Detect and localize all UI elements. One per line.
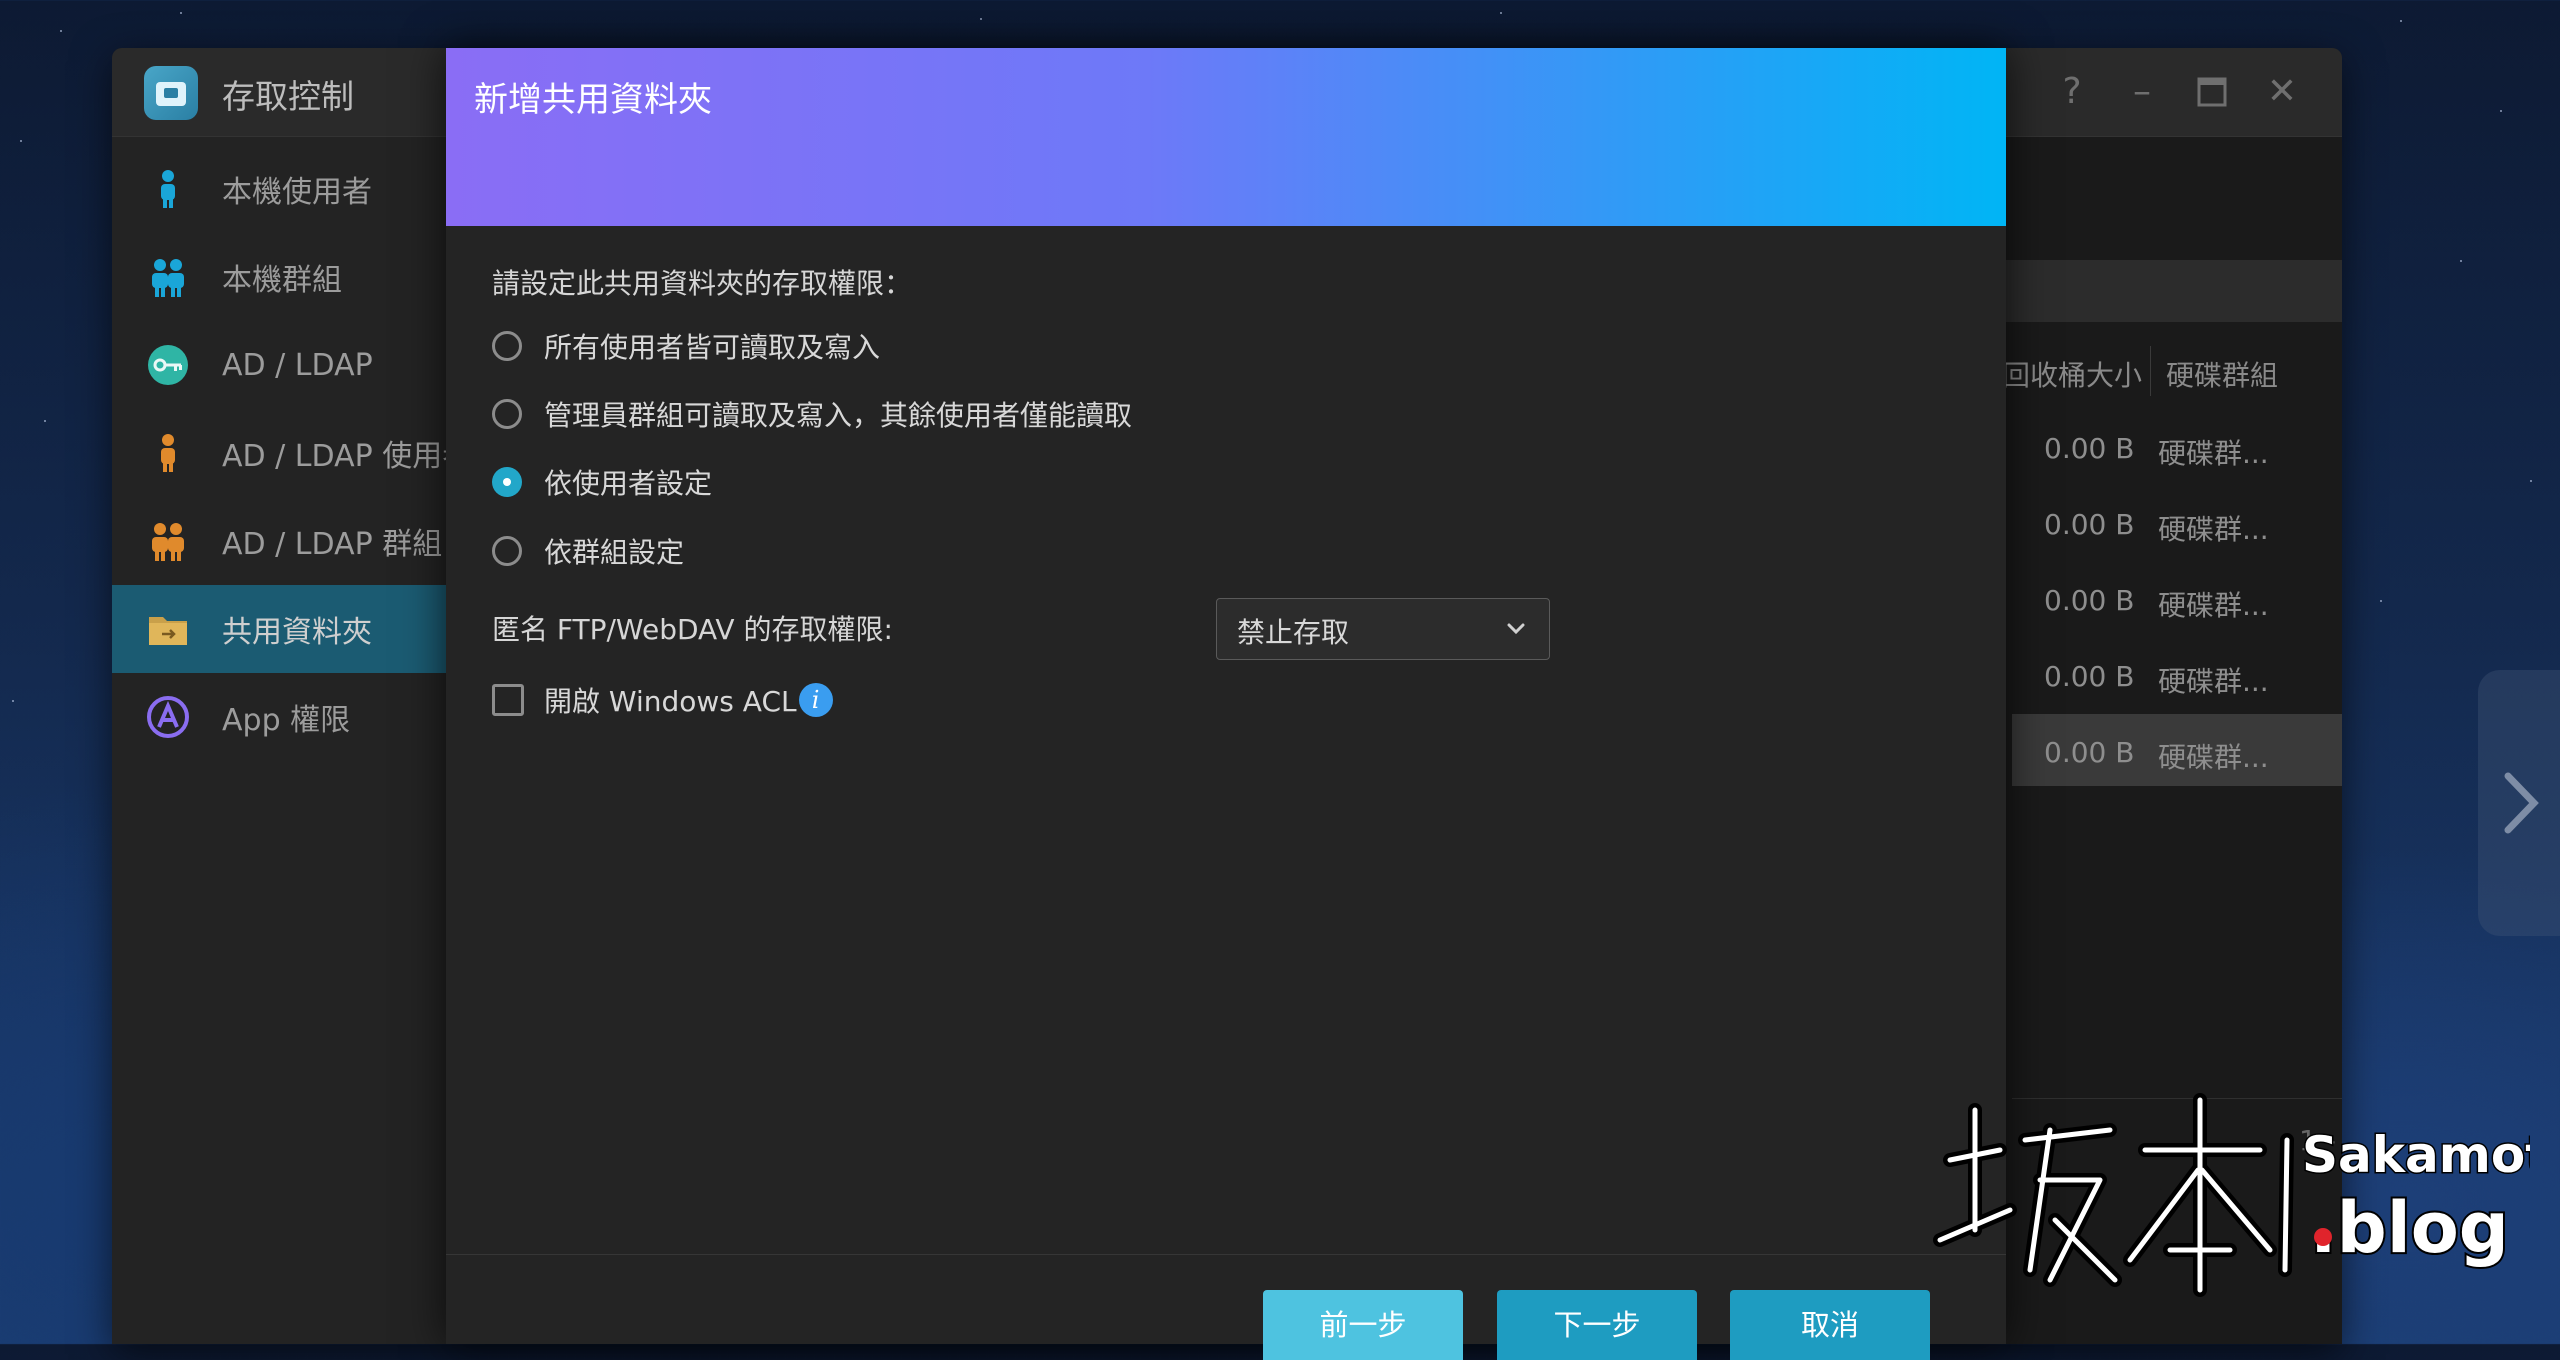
folder-icon <box>149 617 187 645</box>
next-desktop-arrow[interactable] <box>2478 670 2560 936</box>
sidebar-item-shared-folders[interactable]: 共用資料夾 <box>112 585 447 673</box>
sidebar-item-label: AD / LDAP 群組 <box>222 527 443 562</box>
sidebar-item-label: AD / LDAP 使用者 <box>222 439 473 474</box>
footer-divider <box>446 1254 2006 1255</box>
help-icon[interactable]: ? <box>2052 72 2092 112</box>
table-cell-group: 硬碟群... <box>2158 589 2269 622</box>
radio-button-checked[interactable] <box>492 467 522 497</box>
sidebar-item-ad-ldap-users[interactable]: AD / LDAP 使用者 <box>112 409 472 497</box>
sidebar-item-label: 本機群組 <box>222 263 342 298</box>
radio-button[interactable] <box>492 331 522 361</box>
column-header-disk-group[interactable]: 硬碟群組 <box>2166 354 2278 394</box>
chevron-down-icon <box>1507 623 1525 635</box>
radio-by-group[interactable]: 依群組設定 <box>492 531 684 571</box>
table-cell-group: 硬碟群... <box>2158 437 2269 470</box>
sakamoto-blog-watermark: Sakamoto .blog <box>1933 1093 2530 1297</box>
maximize-icon[interactable] <box>2192 72 2232 112</box>
ftp-permission-label: 匿名 FTP/WebDAV 的存取權限: <box>492 613 893 646</box>
app-icon <box>147 696 189 738</box>
users-icon <box>152 259 184 297</box>
radio-label: 依群組設定 <box>544 536 685 569</box>
cancel-button[interactable]: 取消 <box>1730 1290 1930 1360</box>
checkbox-label: 開啟 Windows ACL <box>544 685 797 718</box>
radio-admin-rw-others-read[interactable]: 管理員群組可讀取及寫入，其餘使用者僅能讀取 <box>492 394 1132 434</box>
minimize-icon[interactable]: – <box>2122 72 2162 112</box>
sidebar-item-label: 本機使用者 <box>222 175 372 210</box>
select-value: 禁止存取 <box>1237 616 1350 649</box>
users-icon <box>152 523 184 561</box>
sidebar-item-label: App 權限 <box>222 703 351 738</box>
windows-acl-checkbox[interactable] <box>492 684 524 716</box>
info-icon[interactable]: i <box>798 683 833 717</box>
radio-label: 依使用者設定 <box>544 467 713 500</box>
column-header-recycle-size[interactable]: 回收桶大小 <box>2002 354 2142 394</box>
radio-by-user[interactable]: 依使用者設定 <box>492 462 712 502</box>
radio-label: 管理員群組可讀取及寫入，其餘使用者僅能讀取 <box>544 399 1133 432</box>
radio-button[interactable] <box>492 399 522 429</box>
user-icon <box>161 434 175 472</box>
sidebar-item-local-groups[interactable]: 本機群組 <box>112 233 447 321</box>
radio-button[interactable] <box>492 536 522 566</box>
chevron-right-icon <box>2504 772 2539 834</box>
sidebar-item-ad-ldap-groups[interactable]: AD / LDAP 群組 <box>112 497 447 585</box>
close-icon[interactable]: ✕ <box>2262 72 2302 112</box>
column-divider <box>2150 346 2151 396</box>
table-cell-group: 硬碟群... <box>2158 741 2269 774</box>
previous-button[interactable]: 前一步 <box>1263 1290 1463 1360</box>
table-cell-group: 硬碟群... <box>2158 665 2269 698</box>
sidebar-item-label: 共用資料夾 <box>222 615 372 650</box>
sidebar-item-ad-ldap[interactable]: AD / LDAP <box>112 321 447 409</box>
table-cell-size: 0.00 B <box>2044 736 2135 769</box>
window-title: 存取控制 <box>222 77 354 116</box>
table-cell-group: 硬碟群... <box>2158 513 2269 546</box>
next-button[interactable]: 下一步 <box>1497 1290 1697 1360</box>
sidebar: 本機使用者 本機群組 AD / LDAP AD / LDAP 使用者 AD / … <box>112 137 472 1344</box>
svg-text:.blog: .blog <box>2310 1187 2509 1269</box>
search-input[interactable] <box>2002 260 2342 322</box>
key-icon <box>148 345 188 385</box>
svg-text:Sakamoto: Sakamoto <box>2302 1126 2530 1184</box>
dialog-header: 新增共用資料夾 <box>446 48 2006 226</box>
ftp-permission-select[interactable]: 禁止存取 <box>1216 598 1550 660</box>
windows-acl-option[interactable]: 開啟 Windows ACL i <box>492 680 833 720</box>
table-cell-size: 0.00 B <box>2044 584 2135 617</box>
dialog-title: 新增共用資料夾 <box>474 80 712 120</box>
radio-all-users-rw[interactable]: 所有使用者皆可讀取及寫入 <box>492 326 880 366</box>
access-control-app-icon <box>144 66 198 120</box>
create-shared-folder-dialog: 新增共用資料夾 請設定此共用資料夾的存取權限： 所有使用者皆可讀取及寫入 管理員… <box>446 48 2006 1360</box>
table-cell-size: 0.00 B <box>2044 508 2135 541</box>
user-icon <box>161 170 175 208</box>
sidebar-item-local-users[interactable]: 本機使用者 <box>112 145 447 233</box>
sidebar-item-app-permissions[interactable]: App 權限 <box>112 673 447 761</box>
table-cell-size: 0.00 B <box>2044 432 2135 465</box>
table-cell-size: 0.00 B <box>2044 660 2135 693</box>
permission-prompt: 請設定此共用資料夾的存取權限： <box>492 267 913 300</box>
radio-label: 所有使用者皆可讀取及寫入 <box>544 331 881 364</box>
sidebar-item-label: AD / LDAP <box>222 347 373 383</box>
